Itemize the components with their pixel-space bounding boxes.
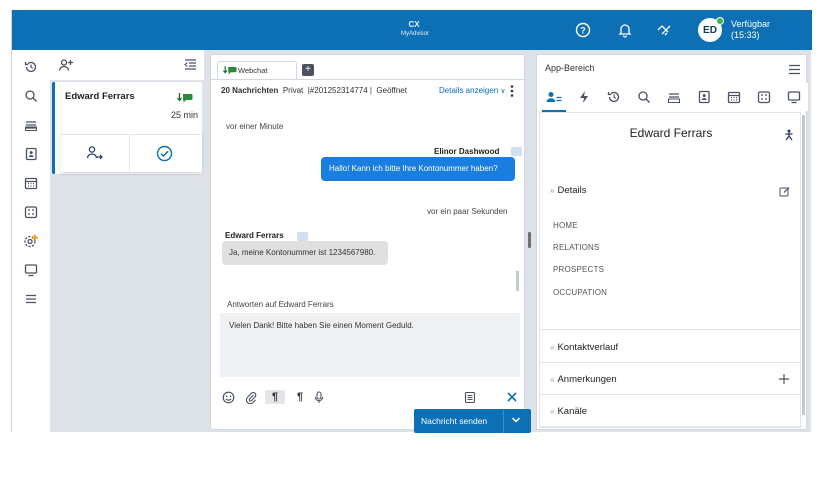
tab-webchat[interactable]: Webchat bbox=[217, 61, 297, 79]
field-occupation[interactable]: OCCUPATION bbox=[553, 288, 607, 297]
attachment-icon[interactable] bbox=[244, 390, 258, 404]
timestamp: vor ein paar Sekunden bbox=[427, 207, 508, 216]
dashboard-icon[interactable] bbox=[22, 203, 40, 221]
app-panel-title: App-Bereich bbox=[545, 63, 595, 73]
send-message-button[interactable]: Nachricht senden bbox=[414, 409, 531, 433]
search-icon[interactable] bbox=[22, 87, 40, 105]
webchat-incoming-icon bbox=[222, 65, 237, 78]
bell-icon[interactable] bbox=[616, 21, 634, 39]
conversation-card[interactable]: Edward Ferrars 25 min bbox=[52, 82, 202, 174]
pin-icon[interactable] bbox=[784, 129, 794, 143]
conversation-actions bbox=[60, 134, 202, 173]
contacts-book-icon[interactable] bbox=[22, 145, 40, 163]
microphone-icon[interactable] bbox=[312, 390, 326, 404]
customer-sender-name: Edward Ferrars bbox=[225, 231, 284, 240]
details-link[interactable]: Details anzeigen ∨ bbox=[439, 86, 506, 95]
privacy-label: Privat bbox=[282, 86, 304, 95]
transfer-user-icon[interactable] bbox=[86, 145, 104, 163]
section-details[interactable]: » Details bbox=[550, 185, 587, 196]
ticket-number: |#201252314774 | bbox=[307, 86, 372, 95]
field-home[interactable]: HOME bbox=[553, 221, 578, 230]
tab-actions-lightning-icon[interactable] bbox=[575, 88, 593, 106]
presence-indicator bbox=[716, 17, 724, 25]
top-bar: CX MyAdvisor ? ED Verfügbar (15:33) bbox=[12, 10, 812, 50]
conversation-contact-name: Edward Ferrars bbox=[65, 91, 135, 102]
emoji-icon[interactable] bbox=[221, 390, 235, 404]
timestamp: vor einer Minute bbox=[226, 122, 284, 131]
sender-badge-icon bbox=[511, 147, 522, 156]
section-notes[interactable]: «Anmerkungen bbox=[550, 374, 617, 385]
collapse-list-icon[interactable] bbox=[184, 59, 197, 72]
webchat-incoming-icon bbox=[176, 92, 193, 106]
reply-to-label: Antworten auf Edward Ferrars bbox=[227, 300, 334, 309]
more-options-icon[interactable] bbox=[509, 84, 515, 100]
tab-search-icon[interactable] bbox=[635, 88, 653, 106]
contact-details-panel: Edward Ferrars » Details HOME RELATIONS P… bbox=[539, 112, 802, 428]
tab-contact[interactable] bbox=[542, 88, 566, 112]
menu-icon[interactable] bbox=[22, 290, 40, 308]
status-text[interactable]: Verfügbar (15:33) bbox=[731, 19, 770, 41]
field-prospects[interactable]: PROSPECTS bbox=[553, 265, 604, 274]
app-panel: App-Bereich Edward Ferrars » Details HOM… bbox=[536, 54, 808, 430]
reply-input[interactable]: Vielen Dank! Bitte haben Sie einen Momen… bbox=[220, 313, 520, 377]
monitor-icon[interactable] bbox=[22, 261, 40, 279]
tab-history-icon[interactable] bbox=[605, 88, 623, 106]
help-icon[interactable]: ? bbox=[574, 21, 592, 39]
handshake-icon[interactable] bbox=[656, 21, 674, 39]
app-tab-bar bbox=[537, 83, 808, 112]
app-frame: CX MyAdvisor ? ED Verfügbar (15:33) Edwa… bbox=[11, 10, 812, 433]
resolve-check-icon[interactable] bbox=[156, 145, 173, 164]
sender-badge-icon bbox=[297, 232, 308, 241]
svg-text:?: ? bbox=[580, 25, 586, 35]
left-navigation bbox=[12, 50, 50, 432]
agent-sender-name: Elinor Dashwood bbox=[434, 147, 500, 156]
tab-calendar-icon[interactable] bbox=[725, 88, 743, 106]
tab-webchat-label: Webchat bbox=[238, 66, 268, 75]
calendar-icon[interactable] bbox=[22, 174, 40, 192]
edit-icon[interactable] bbox=[779, 186, 790, 199]
app-menu-icon[interactable] bbox=[788, 64, 801, 77]
chat-scrollbar[interactable] bbox=[516, 271, 519, 291]
send-message-label: Nachricht senden bbox=[421, 416, 488, 426]
contact-name-heading: Edward Ferrars bbox=[629, 126, 713, 140]
add-user-icon[interactable] bbox=[58, 58, 74, 74]
reply-draft-text: Vielen Dank! Bitte haben Sie einen Momen… bbox=[229, 321, 414, 330]
settings-icon[interactable] bbox=[22, 232, 40, 250]
chat-panel: Webchat + 20 Nachrichten Privat |#201252… bbox=[210, 54, 531, 433]
add-note-icon[interactable] bbox=[778, 373, 790, 387]
send-options-chevron-down-icon[interactable] bbox=[511, 414, 521, 428]
tab-monitor-icon[interactable] bbox=[785, 88, 803, 106]
history-icon[interactable] bbox=[22, 58, 40, 76]
brand-logo: CX MyAdvisor bbox=[401, 20, 430, 38]
conversation-list: Edward Ferrars 25 min bbox=[50, 50, 204, 432]
app-panel-scrollbar[interactable] bbox=[802, 115, 805, 415]
close-icon[interactable] bbox=[505, 390, 519, 404]
conversation-list-header bbox=[50, 50, 204, 80]
queue-icon[interactable] bbox=[22, 116, 40, 134]
field-relations[interactable]: RELATIONS bbox=[553, 243, 600, 252]
templates-icon[interactable] bbox=[463, 390, 477, 404]
tab-dashboard-icon[interactable] bbox=[755, 88, 773, 106]
format-text-icon[interactable]: ¶ bbox=[265, 390, 285, 404]
conversation-duration: 25 min bbox=[171, 110, 199, 120]
agent-message: Hallo! Kann ich bitte Ihre Kontonummer h… bbox=[321, 157, 515, 181]
panel-resize-handle[interactable] bbox=[528, 232, 531, 248]
message-count: 20 Nachrichten bbox=[221, 86, 279, 95]
chat-state: Geöffnet bbox=[376, 86, 407, 95]
customer-message: Ja, meine Kontonummer ist 1234567980. bbox=[222, 241, 388, 265]
tab-contacts-book-icon[interactable] bbox=[695, 88, 713, 106]
tab-queue-icon[interactable] bbox=[665, 88, 683, 106]
section-channels[interactable]: «Kanäle bbox=[550, 406, 587, 417]
section-contact-history[interactable]: «Kontaktverlauf bbox=[550, 342, 618, 353]
paragraph-icon[interactable]: ¶ bbox=[293, 390, 307, 404]
add-tab-button[interactable]: + bbox=[302, 64, 314, 76]
